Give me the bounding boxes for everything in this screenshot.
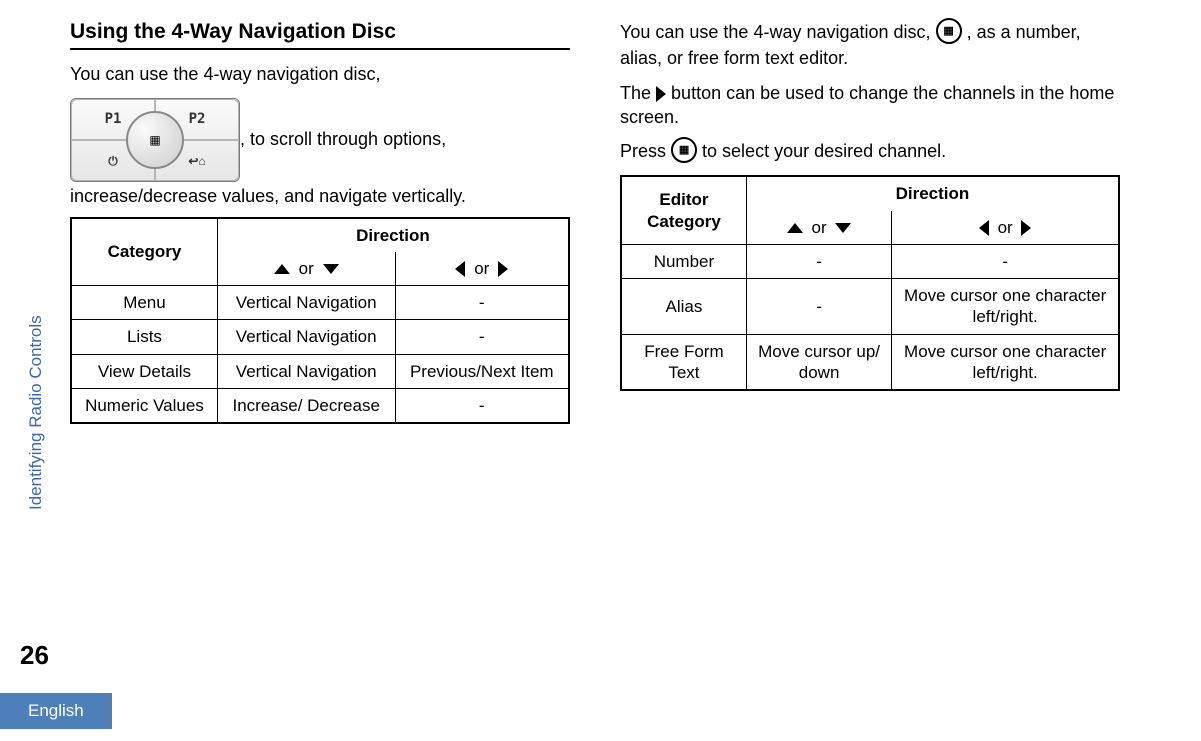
or-text: or (998, 218, 1013, 237)
cell-category: Lists (71, 320, 217, 354)
cell-leftright: Previous/Next Item (395, 354, 569, 388)
right-p2: The button can be used to change the cha… (620, 81, 1120, 130)
table-subheader-updown: or (746, 211, 891, 245)
section-title: Using the 4-Way Navigation Disc (70, 20, 570, 44)
cell-leftright: - (395, 388, 569, 423)
or-text: or (474, 259, 489, 278)
cell-leftright: Move cursor one character left/right. (892, 334, 1119, 390)
cell-leftright: Move cursor one character left/right. (892, 279, 1119, 335)
navigation-table: Category Direction or or Menu Vertical N… (70, 217, 570, 425)
down-icon (835, 223, 851, 233)
cell-leftright: - (395, 286, 569, 320)
title-rule (70, 48, 570, 50)
intro-paragraph-line1: You can use the 4-way navigation disc, (70, 62, 570, 86)
nav-disc-icon: ▦ (671, 137, 697, 163)
nav-disc-center-button: ▦ (126, 111, 184, 169)
table-row: Free Form Text Move cursor up/ down Move… (621, 334, 1119, 390)
table-header-direction: Direction (746, 176, 1119, 210)
or-text: or (812, 218, 827, 237)
cell-category: Numeric Values (71, 388, 217, 423)
left-icon (979, 220, 989, 236)
table-subheader-leftright: or (395, 252, 569, 286)
table-header-editor-category: Editor Category (621, 176, 746, 244)
right-p3-before: Press (620, 141, 671, 161)
cell-updown: - (746, 244, 891, 278)
cell-updown: Move cursor up/ down (746, 334, 891, 390)
nav-disc-widget: P1 P2 ⏻ ↩⌂ ▦ , to scroll through options… (70, 96, 570, 208)
cell-category: View Details (71, 354, 217, 388)
table-row: Lists Vertical Navigation - (71, 320, 569, 354)
up-icon (274, 264, 290, 274)
cell-leftright: - (395, 320, 569, 354)
sidebar-section-label: Identifying Radio Controls (26, 315, 46, 510)
left-column: Using the 4-Way Navigation Disc You can … (70, 20, 570, 424)
nav-disc-image: P1 P2 ⏻ ↩⌂ ▦ (70, 98, 240, 182)
cell-updown: - (746, 279, 891, 335)
right-p2-after: button can be used to change the channel… (620, 83, 1114, 127)
table-row: Numeric Values Increase/ Decrease - (71, 388, 569, 423)
editor-table: Editor Category Direction or or Number - (620, 175, 1120, 391)
up-icon (787, 223, 803, 233)
cell-category: Free Form Text (621, 334, 746, 390)
left-icon (455, 261, 465, 277)
or-text: or (299, 259, 314, 278)
cell-category: Menu (71, 286, 217, 320)
right-p2-before: The (620, 83, 656, 103)
cell-updown: Increase/ Decrease (217, 388, 395, 423)
page-number: 26 (20, 640, 49, 671)
right-p3: Press ▦ to select your desired channel. (620, 139, 1120, 165)
intro-text-before: You can use the 4-way navigation disc, (70, 64, 381, 84)
cell-category: Alias (621, 279, 746, 335)
down-icon (323, 264, 339, 274)
right-p3-after: to select your desired channel. (702, 141, 946, 161)
right-intro-before: You can use the 4-way navigation disc, (620, 22, 936, 42)
right-intro: You can use the 4-way navigation disc, ▦… (620, 20, 1120, 71)
right-column: You can use the 4-way navigation disc, ▦… (620, 20, 1120, 424)
table-header-category: Category (71, 218, 217, 286)
right-icon (1021, 220, 1031, 236)
right-icon (498, 261, 508, 277)
cell-category: Number (621, 244, 746, 278)
cell-updown: Vertical Navigation (217, 286, 395, 320)
cell-updown: Vertical Navigation (217, 320, 395, 354)
table-row: Alias - Move cursor one character left/r… (621, 279, 1119, 335)
cell-updown: Vertical Navigation (217, 354, 395, 388)
table-row: View Details Vertical Navigation Previou… (71, 354, 569, 388)
table-subheader-leftright: or (892, 211, 1119, 245)
right-arrow-icon (656, 86, 666, 102)
nav-disc-icon: ▦ (936, 18, 962, 44)
language-tab: English (0, 693, 112, 729)
table-subheader-updown: or (217, 252, 395, 286)
table-header-direction: Direction (217, 218, 569, 252)
table-row: Number - - (621, 244, 1119, 278)
table-row: Menu Vertical Navigation - (71, 286, 569, 320)
cell-leftright: - (892, 244, 1119, 278)
